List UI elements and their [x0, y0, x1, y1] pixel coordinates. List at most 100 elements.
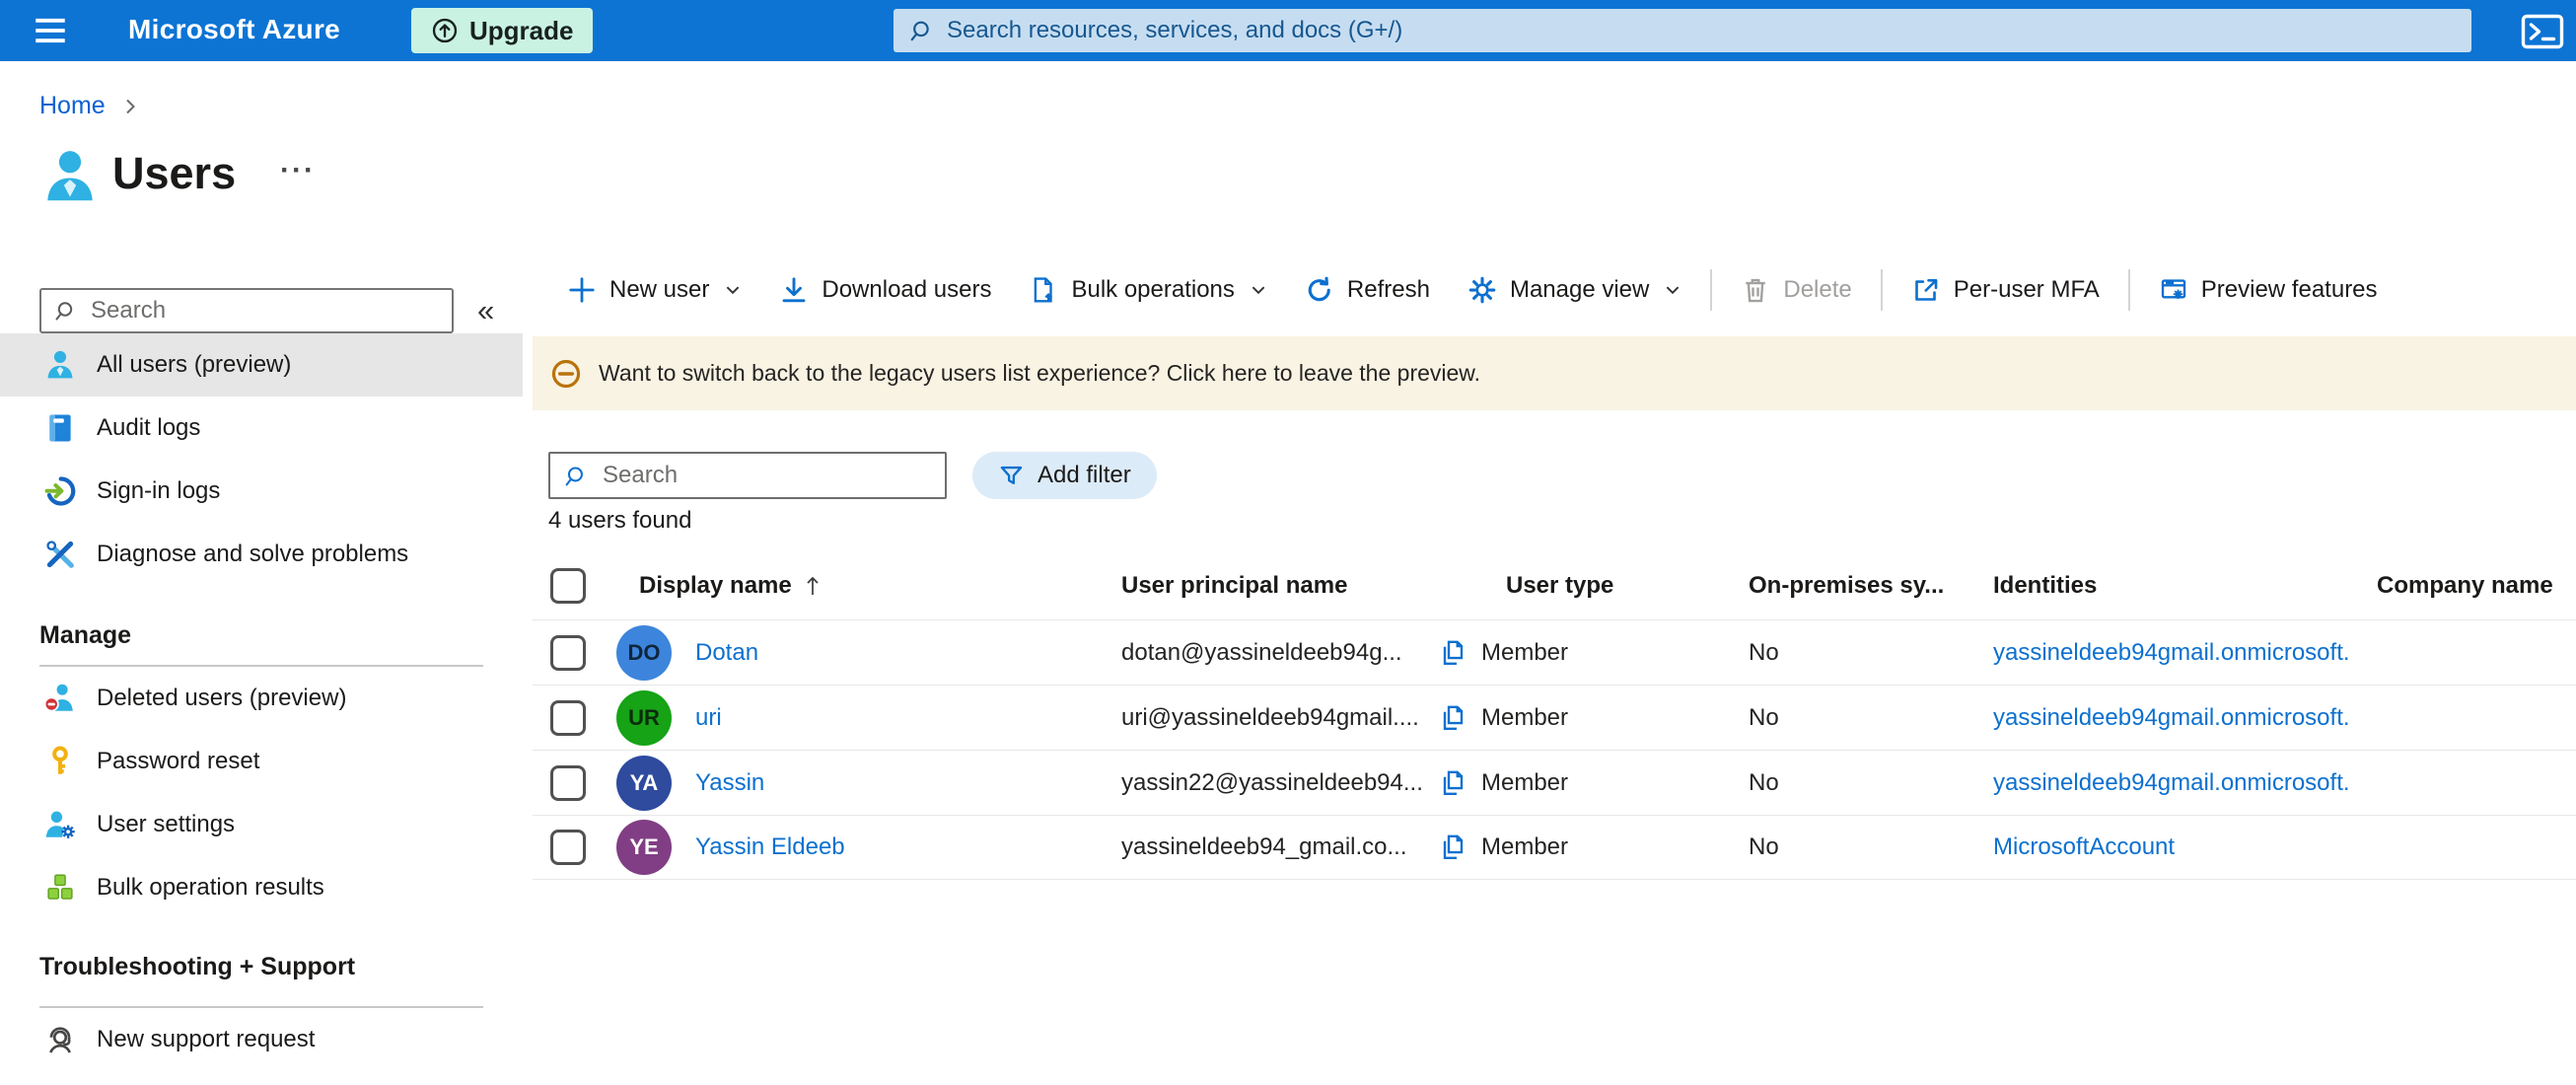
sidebar-item-deleted-users-preview[interactable]: Deleted users (preview) [0, 667, 523, 730]
column-header-company-name[interactable]: Company name [2377, 572, 2576, 600]
column-header-on-premises-sync[interactable]: On-premises sy... [1749, 572, 1993, 600]
row-select-cell [533, 699, 602, 736]
toolbar-button-label: Per-user MFA [1953, 276, 2100, 303]
plus-icon [567, 275, 597, 305]
row-checkbox[interactable] [550, 634, 586, 671]
user-principal-name-cell: uri@yassineldeeb94gmail.... [1085, 703, 1479, 733]
identity-link[interactable]: yassineldeeb94gmail.onmicrosoft. [1993, 639, 2350, 667]
tools-icon [43, 538, 77, 571]
column-header-user-principal-name[interactable]: User principal name [1085, 572, 1479, 600]
gear-icon [1467, 275, 1497, 305]
sidebar-section-heading: Manage [39, 621, 132, 649]
display-name-link[interactable]: Yassin [695, 769, 764, 797]
row-select-cell [533, 634, 602, 671]
identities-cell: MicrosoftAccount [1993, 833, 2377, 861]
identity-link[interactable]: yassineldeeb94gmail.onmicrosoft. [1993, 704, 2350, 732]
toolbar-download-users-button[interactable]: Download users [760, 264, 1010, 316]
sidebar-item-diagnose-and-solve-problems[interactable]: Diagnose and solve problems [0, 523, 523, 586]
table-row: YE Yassin Eldeeb yassineldeeb94_gmail.co..… [533, 815, 2576, 880]
table-row: YA Yassin yassin22@yassineldeeb94... Member… [533, 750, 2576, 815]
sidebar-search-input[interactable] [91, 297, 439, 325]
sidebar-section-heading: Troubleshooting + Support [39, 953, 356, 980]
sidebar-item-user-settings[interactable]: User settings [0, 793, 523, 856]
user-principal-name: uri@yassineldeeb94gmail.... [1121, 703, 1419, 731]
column-header-identities[interactable]: Identities [1993, 572, 2377, 600]
column-header-user-type[interactable]: User type [1479, 572, 1749, 600]
toolbar-bulk-operations-button[interactable]: Bulk operations [1010, 264, 1285, 316]
user-type-cell: Member [1481, 768, 1569, 796]
banner-text[interactable]: Want to switch back to the legacy users … [599, 360, 1480, 387]
toolbar-manage-view-button[interactable]: Manage view [1449, 264, 1700, 316]
up-arrow-circle-icon [431, 17, 459, 44]
sidebar-item-label: Audit logs [97, 414, 201, 441]
bulk-doc-icon [1029, 275, 1058, 305]
download-icon [779, 275, 809, 305]
select-all-checkbox[interactable] [550, 568, 586, 604]
toolbar-preview-features-button[interactable]: Preview features [2140, 264, 2397, 316]
sidebar-item-audit-logs[interactable]: Audit logs [0, 397, 523, 460]
breadcrumb: Home [39, 92, 139, 120]
display-name-link[interactable]: Yassin Eldeeb [695, 833, 845, 861]
toolbar-button-label: Preview features [2200, 276, 2378, 303]
hamburger-menu-button[interactable] [34, 17, 67, 44]
avatar: UR [616, 689, 672, 746]
row-checkbox[interactable] [550, 699, 586, 736]
display-name-link[interactable]: Dotan [695, 639, 758, 667]
sidebar-item-password-reset[interactable]: Password reset [0, 730, 523, 793]
cubes-icon [43, 871, 77, 904]
search-icon [564, 464, 589, 488]
hamburger-icon [36, 18, 65, 43]
column-header-display-name[interactable]: Display name [602, 572, 1085, 600]
toolbar-per-user-mfa-button[interactable]: Per-user MFA [1893, 264, 2118, 316]
identity-link[interactable]: MicrosoftAccount [1993, 833, 2175, 861]
row-checkbox[interactable] [550, 764, 586, 801]
sort-ascending-icon [804, 575, 822, 597]
copy-icon[interactable] [1438, 638, 1467, 668]
display-name-cell: YE Yassin Eldeeb [602, 820, 1085, 875]
chevron-down-icon [1250, 281, 1267, 299]
sidebar-item-bulk-operation-results[interactable]: Bulk operation results [0, 856, 523, 919]
filter-funnel-icon [998, 463, 1025, 489]
breadcrumb-home-link[interactable]: Home [39, 92, 106, 120]
key-icon [43, 745, 77, 778]
page-context-menu-button[interactable]: ··· [280, 154, 316, 187]
display-name-cell: YA Yassin [602, 755, 1085, 811]
copy-icon[interactable] [1438, 703, 1467, 733]
signin-icon [43, 474, 77, 508]
preview-window-icon [2159, 275, 2188, 305]
sidebar-collapse-button[interactable]: « [477, 293, 494, 328]
toolbar-new-user-button[interactable]: New user [548, 264, 760, 316]
add-filter-button[interactable]: Add filter [972, 452, 1157, 499]
display-name-link[interactable]: uri [695, 704, 722, 732]
avatar: YE [616, 820, 672, 875]
sidebar-item-sign-in-logs[interactable]: Sign-in logs [0, 460, 523, 523]
user-principal-name: dotan@yassineldeeb94g... [1121, 638, 1402, 666]
sidebar-item-label: Deleted users (preview) [97, 685, 347, 711]
on-premises-sync-cell: No [1749, 703, 1779, 731]
row-select-cell [533, 764, 602, 801]
chevron-right-icon [121, 98, 139, 115]
on-premises-sync-cell: No [1749, 638, 1779, 666]
table-search-input[interactable] [603, 462, 931, 489]
copy-icon[interactable] [1438, 832, 1467, 862]
minus-circle-icon [550, 358, 582, 390]
sidebar-item-all-users-preview[interactable]: All users (preview) [0, 333, 523, 397]
avatar: YA [616, 755, 672, 811]
table-header-row: Display name User principal name User ty… [533, 552, 2576, 619]
sidebar-item-label: Sign-in logs [97, 477, 221, 504]
refresh-icon [1305, 275, 1334, 305]
toolbar-button-label: Bulk operations [1071, 276, 1235, 303]
sidebar-item-new-support-request[interactable]: New support request [0, 1008, 523, 1071]
user-principal-name: yassin22@yassineldeeb94... [1121, 768, 1423, 796]
toolbar-refresh-button[interactable]: Refresh [1286, 264, 1449, 316]
azure-portal-users-page: Microsoft Azure Upgrade Home Users ··· [0, 0, 2576, 1085]
toolbar-separator [2127, 269, 2130, 311]
command-toolbar: New user Download users Bulk operations Ref… [548, 259, 2397, 321]
row-checkbox[interactable] [550, 830, 586, 865]
user-principal-name-cell: yassineldeeb94_gmail.co... [1085, 832, 1479, 862]
sidebar-item-label: New support request [97, 1026, 316, 1052]
identity-link[interactable]: yassineldeeb94gmail.onmicrosoft. [1993, 769, 2350, 797]
user-principal-name: yassineldeeb94_gmail.co... [1121, 833, 1407, 860]
results-count: 4 users found [548, 507, 692, 534]
copy-icon[interactable] [1438, 768, 1467, 798]
